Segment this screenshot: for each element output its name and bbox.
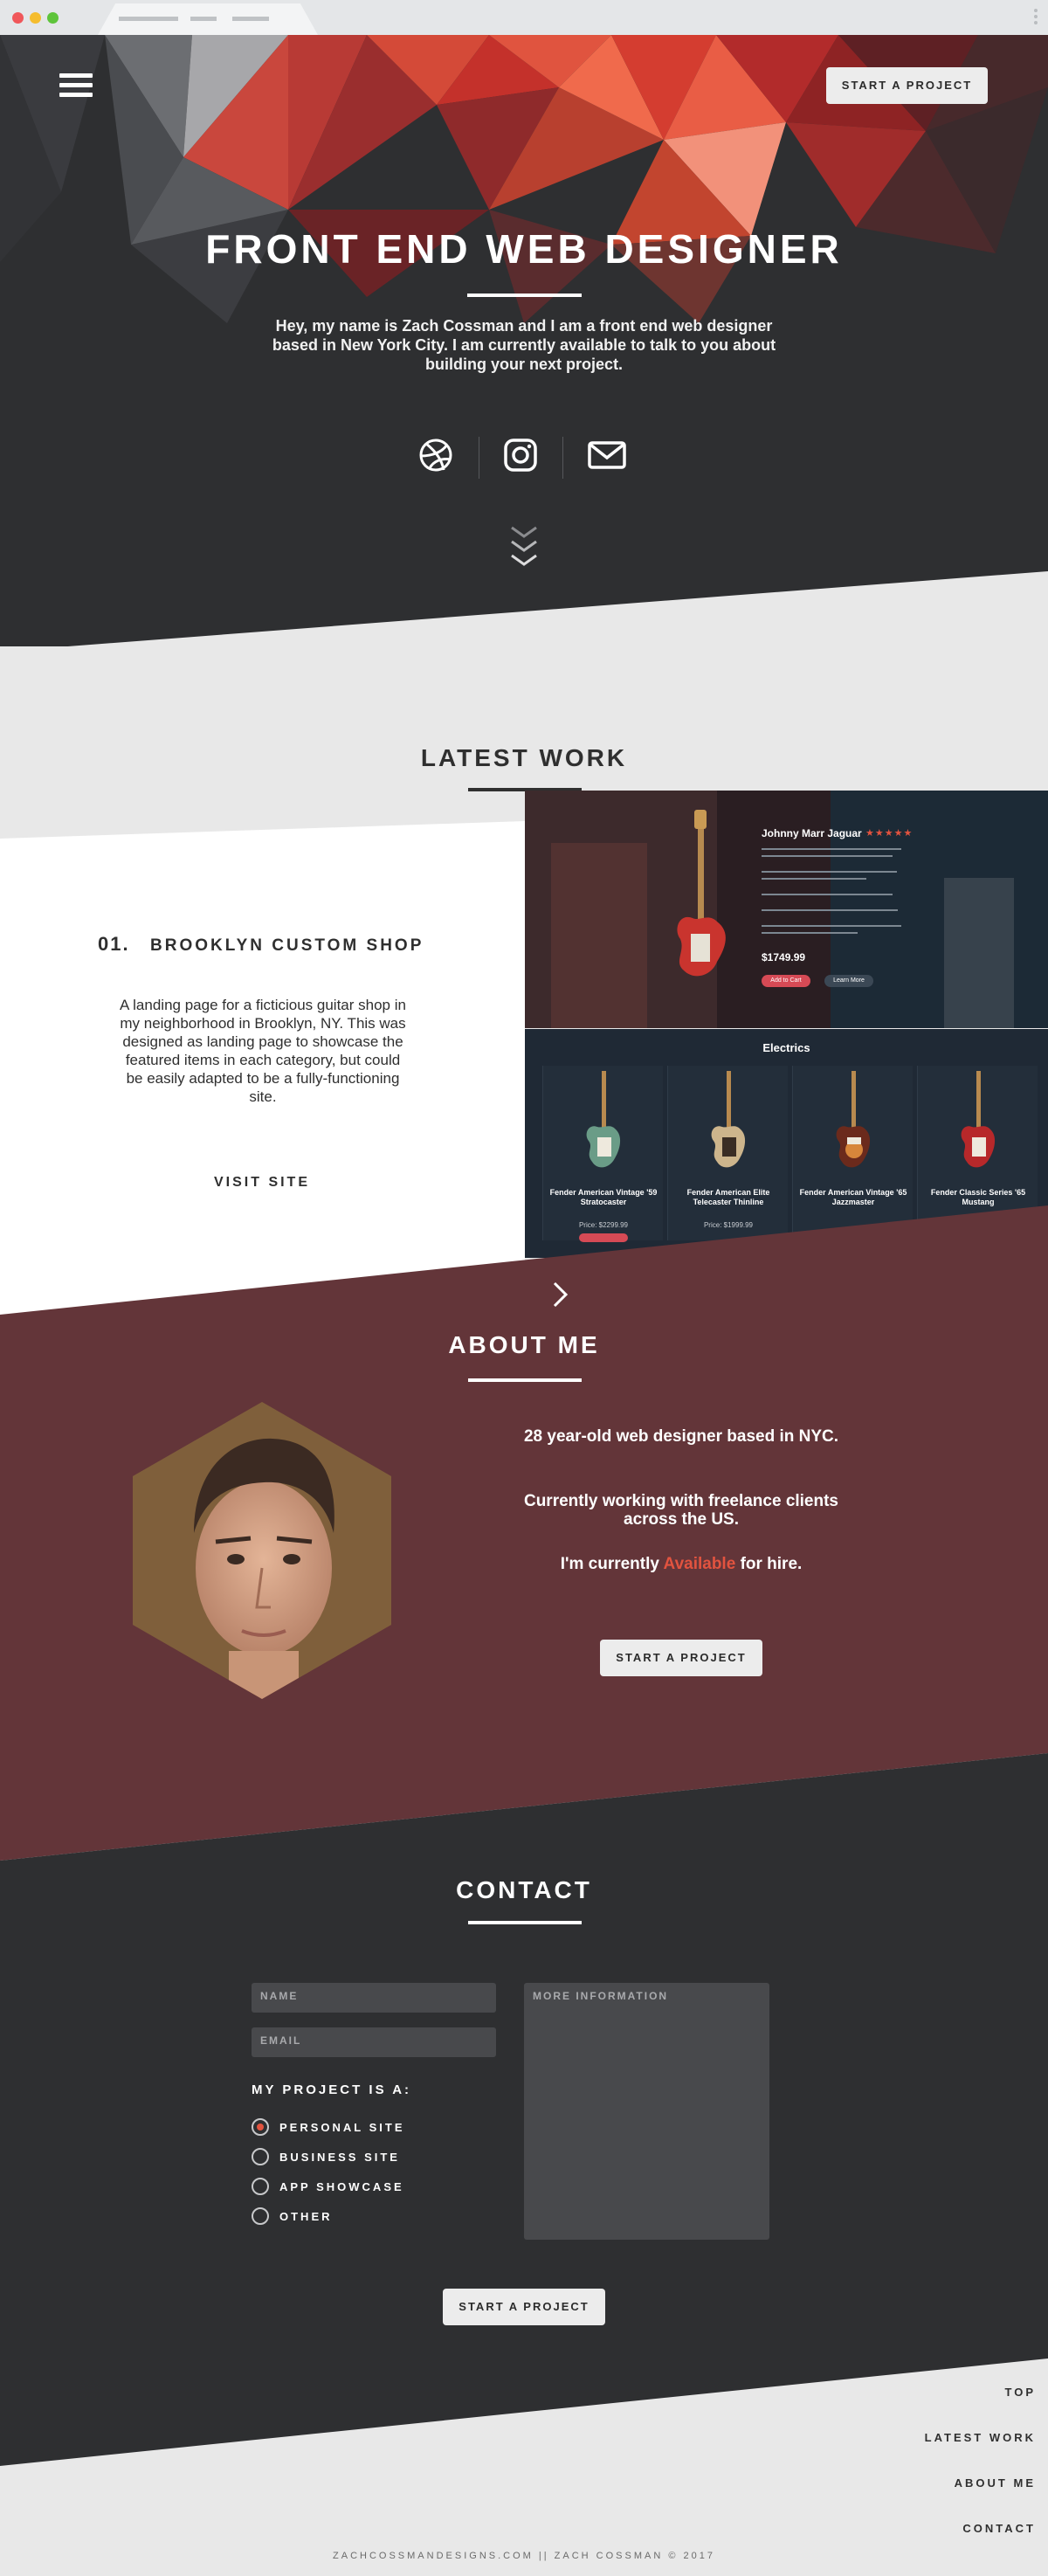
contact-submit-button[interactable]: START A PROJECT (443, 2289, 605, 2325)
footer-link-top[interactable]: TOP (861, 2386, 1036, 2399)
radio-button[interactable] (252, 2148, 269, 2165)
radio-label: BUSINESS SITE (279, 2151, 400, 2164)
tab-placeholder-bar (232, 17, 269, 21)
visit-site-link[interactable]: VISIT SITE (175, 1175, 349, 1191)
radio-button[interactable] (252, 2118, 269, 2136)
mockup-add-to-cart-button[interactable]: Add to Cart (762, 975, 810, 987)
instagram-icon[interactable] (502, 437, 539, 473)
tab-placeholder-bar (190, 17, 217, 21)
browser-menu-icon[interactable] (1034, 9, 1038, 27)
copyright: ZACHCOSSMANDESIGNS.COM || ZACH COSSMAN ©… (333, 2551, 715, 2561)
contact-underline (468, 1921, 582, 1924)
product-name: Fender Classic Series '65 Mustang (930, 1188, 1026, 1206)
available-highlight: Available (663, 1555, 736, 1573)
contact-title: CONTACT (456, 1876, 592, 1903)
about-line-2: Currently working with freelance clients… (523, 1492, 839, 1529)
mockup-product-title: Johnny Marr Jaguar (762, 827, 862, 839)
product-name: Fender American Vintage '65 Jazzmaster (799, 1188, 907, 1206)
chevrons-down-icon[interactable] (508, 524, 540, 573)
radio-label: APP SHOWCASE (279, 2180, 404, 2193)
social-divider (562, 437, 563, 479)
minimize-window-icon[interactable] (30, 12, 41, 24)
about-title: ABOUT ME (448, 1331, 600, 1358)
mockup-text-line (762, 932, 858, 934)
footer-link-about-me[interactable]: ABOUT ME (861, 2476, 1036, 2490)
mockup-text-line (762, 848, 901, 850)
mockup-text-line (762, 878, 866, 880)
footer-link-latest-work[interactable]: LATEST WORK (861, 2431, 1036, 2444)
email-field[interactable]: EMAIL (252, 2027, 496, 2057)
browser-chrome (0, 0, 1048, 35)
about-underline (468, 1378, 582, 1382)
hero-title-underline (467, 294, 582, 297)
rating-stars-icon: ★★★★★ (865, 828, 914, 839)
mockup-text-line (762, 894, 893, 895)
product-name: Fender American Elite Telecaster Thinlin… (686, 1188, 770, 1206)
mockup-text-line (762, 855, 893, 857)
menu-hamburger-icon[interactable] (59, 73, 93, 102)
dribbble-icon[interactable] (417, 437, 454, 473)
close-window-icon[interactable] (12, 12, 24, 24)
radio-label: PERSONAL SITE (279, 2121, 405, 2134)
project-type-label: MY PROJECT IS A: (252, 2082, 412, 2097)
product-name: Fender American Vintage '59 Stratocaster (549, 1188, 658, 1206)
header-start-project-button[interactable]: START A PROJECT (826, 67, 988, 104)
mockup-text-line (762, 925, 901, 927)
radio-label: OTHER (279, 2210, 333, 2223)
mockup-text-line (762, 871, 897, 873)
chevron-right-icon[interactable] (550, 1280, 571, 1309)
radio-button[interactable] (252, 2207, 269, 2225)
about-start-project-button[interactable]: START A PROJECT (600, 1640, 762, 1676)
about-line-3-prefix: I'm currently (560, 1555, 659, 1573)
radio-button[interactable] (252, 2178, 269, 2195)
name-field[interactable]: NAME (252, 1983, 496, 2013)
mockup-learn-more-button[interactable]: Learn More (824, 975, 873, 987)
avatar (133, 1402, 391, 1699)
about-line-3: I'm currently Available for hire. (515, 1555, 847, 1573)
guitar-image (711, 1071, 746, 1168)
mockup-product-hero[interactable]: Johnny Marr Jaguar ★★★★★ $1749.99 Add to… (525, 791, 1048, 1028)
work-description: A landing page for a ficticious guitar s… (120, 997, 406, 1105)
mockup-product-price: $1749.99 (762, 951, 806, 963)
about-line-1: 28 year-old web designer based in NYC. (523, 1427, 839, 1446)
mail-icon[interactable] (587, 437, 627, 473)
latest-work-title: LATEST WORK (420, 744, 628, 771)
footer-link-contact[interactable]: CONTACT (861, 2522, 1036, 2535)
tab-placeholder-bar (119, 17, 178, 21)
about-line-3-suffix: for hire. (740, 1555, 803, 1573)
mockup-category-title: Electrics (762, 1041, 810, 1054)
work-number: 01. (98, 933, 130, 955)
more-information-field[interactable]: MORE INFORMATION (524, 1983, 769, 2240)
guitar-image (586, 1071, 621, 1168)
guitar-image (836, 1071, 871, 1168)
maximize-window-icon[interactable] (47, 12, 59, 24)
hero-description: Hey, my name is Zach Cossman and I am a … (272, 317, 776, 373)
mockup-text-line (762, 909, 898, 911)
guitar-image (961, 1071, 996, 1168)
work-name: BROOKLYN CUSTOM SHOP (150, 936, 424, 955)
hero-title: FRONT END WEB DESIGNER (205, 226, 843, 272)
